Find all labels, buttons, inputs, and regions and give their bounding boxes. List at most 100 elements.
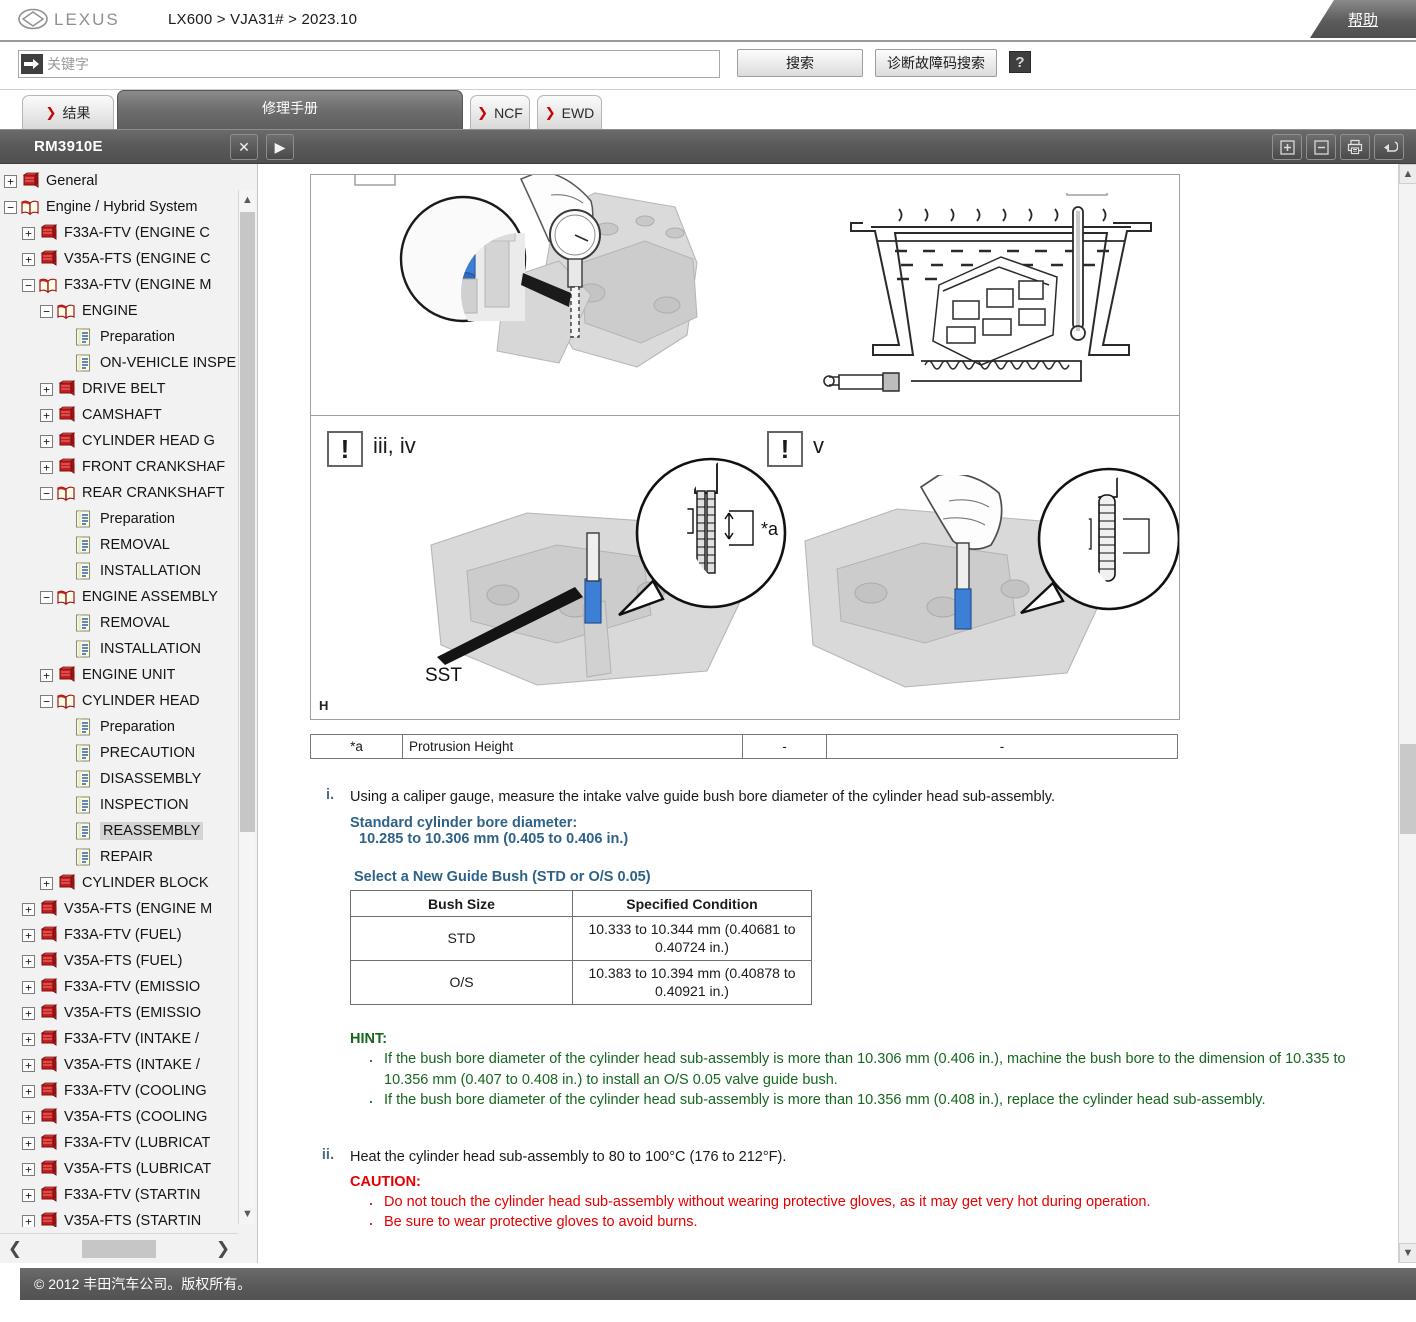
tree-item-on-vehicle-inspe[interactable]: ON-VEHICLE INSPE <box>0 350 238 376</box>
expand-icon[interactable]: + <box>40 435 53 448</box>
scroll-right-icon[interactable]: ❯ <box>208 1235 238 1263</box>
tree-item-f33a-ftv-intake[interactable]: +F33A-FTV (INTAKE / <box>0 1026 238 1052</box>
step-i: i. Using a caliper gauge, measure the in… <box>310 787 1382 1111</box>
tree-item-v35a-fts-lubricat[interactable]: +V35A-FTS (LUBRICAT <box>0 1156 238 1182</box>
tree-hscroll-thumb[interactable] <box>82 1240 156 1258</box>
print-icon[interactable] <box>1340 134 1370 160</box>
tree-item-removal[interactable]: REMOVAL <box>0 610 238 636</box>
next-document-button[interactable]: ▶ <box>266 134 294 160</box>
tree-item-cylinder-head-g[interactable]: +CYLINDER HEAD G <box>0 428 238 454</box>
expand-icon[interactable]: + <box>22 1215 35 1228</box>
tree-hscroll-track[interactable] <box>30 1240 208 1258</box>
scroll-down-icon[interactable]: ▼ <box>1399 1243 1416 1263</box>
tree-item-f33a-ftv-emissio[interactable]: +F33A-FTV (EMISSIO <box>0 974 238 1000</box>
tree-item-preparation[interactable]: Preparation <box>0 714 238 740</box>
tree-item-drive-belt[interactable]: +DRIVE BELT <box>0 376 238 402</box>
search-button[interactable]: 搜索 <box>737 49 863 77</box>
tree-item-inspection[interactable]: INSPECTION <box>0 792 238 818</box>
close-document-button[interactable]: ✕ <box>230 134 258 160</box>
tree-item-repair[interactable]: REPAIR <box>0 844 238 870</box>
expand-icon[interactable]: + <box>22 253 35 266</box>
expand-icon[interactable]: + <box>22 1059 35 1072</box>
expand-icon[interactable]: + <box>4 175 17 188</box>
expand-icon[interactable]: + <box>22 227 35 240</box>
expand-icon[interactable]: + <box>22 1189 35 1202</box>
expand-icon[interactable]: + <box>22 955 35 968</box>
tree-item-front-crankshaf[interactable]: +FRONT CRANKSHAF <box>0 454 238 480</box>
tree-item-v35a-fts-engine-c[interactable]: +V35A-FTS (ENGINE C <box>0 246 238 272</box>
expand-icon[interactable]: + <box>22 981 35 994</box>
tree-item-v35a-fts-startin[interactable]: +V35A-FTS (STARTIN <box>0 1208 238 1227</box>
collapse-icon[interactable]: − <box>40 305 53 318</box>
tab-ewd[interactable]: ❯ EWD <box>537 95 602 129</box>
expand-icon[interactable]: + <box>22 1163 35 1176</box>
tree-item-f33a-ftv-engine-c[interactable]: +F33A-FTV (ENGINE C <box>0 220 238 246</box>
collapse-icon[interactable]: − <box>40 487 53 500</box>
tree-item-engine-unit[interactable]: +ENGINE UNIT <box>0 662 238 688</box>
tree-item-disassembly[interactable]: DISASSEMBLY <box>0 766 238 792</box>
expand-icon[interactable]: + <box>40 383 53 396</box>
tree-horizontal-scrollbar[interactable]: ❮ ❯ <box>0 1233 238 1263</box>
tree-item-engine[interactable]: −ENGINE <box>0 298 238 324</box>
tree-item-engine-assembly[interactable]: −ENGINE ASSEMBLY <box>0 584 238 610</box>
tree-item-engine-hybrid-system[interactable]: −Engine / Hybrid System <box>0 194 238 220</box>
tree-item-installation[interactable]: INSTALLATION <box>0 558 238 584</box>
tree-item-f33a-ftv-lubricat[interactable]: +F33A-FTV (LUBRICAT <box>0 1130 238 1156</box>
tab-results[interactable]: ❯ 结果 <box>22 95 114 129</box>
zoom-out-icon[interactable] <box>1306 134 1336 160</box>
tree-item-v35a-fts-fuel[interactable]: +V35A-FTS (FUEL) <box>0 948 238 974</box>
tree-item-rear-crankshaft[interactable]: −REAR CRANKSHAFT <box>0 480 238 506</box>
tree-item-cylinder-block[interactable]: +CYLINDER BLOCK <box>0 870 238 896</box>
expand-icon[interactable]: + <box>22 1111 35 1124</box>
document-scrollbar[interactable]: ▲ ▼ <box>1398 164 1416 1263</box>
expand-icon[interactable]: + <box>22 1007 35 1020</box>
expand-icon[interactable]: + <box>22 1085 35 1098</box>
tree-item-general[interactable]: +General <box>0 168 238 194</box>
dtc-search-button[interactable]: 诊断故障码搜索 <box>875 49 997 77</box>
tree-item-cylinder-head[interactable]: −CYLINDER HEAD <box>0 688 238 714</box>
scroll-left-icon[interactable]: ❮ <box>0 1235 30 1263</box>
tree-vertical-scrollbar[interactable]: ▲ ▼ <box>238 190 255 1224</box>
collapse-icon[interactable]: − <box>4 201 17 214</box>
collapse-icon[interactable]: − <box>40 591 53 604</box>
tree-item-v35a-fts-intake[interactable]: +V35A-FTS (INTAKE / <box>0 1052 238 1078</box>
tree-item-reassembly[interactable]: REASSEMBLY <box>0 818 238 844</box>
expand-icon[interactable]: + <box>22 1137 35 1150</box>
tree-item-v35a-fts-cooling[interactable]: +V35A-FTS (COOLING <box>0 1104 238 1130</box>
tree-scroll-thumb[interactable] <box>240 212 255 832</box>
tree-item-f33a-ftv-fuel[interactable]: +F33A-FTV (FUEL) <box>0 922 238 948</box>
help-button[interactable]: 帮助 <box>1310 0 1416 38</box>
scroll-up-icon[interactable]: ▲ <box>1399 164 1416 184</box>
tree-item-preparation[interactable]: Preparation <box>0 506 238 532</box>
back-icon[interactable] <box>1374 134 1404 160</box>
tab-ncf[interactable]: ❯ NCF <box>470 95 530 129</box>
expand-icon[interactable]: + <box>22 903 35 916</box>
tree-item-precaution[interactable]: PRECAUTION <box>0 740 238 766</box>
tree-item-v35a-fts-emissio[interactable]: +V35A-FTS (EMISSIO <box>0 1000 238 1026</box>
scroll-up-icon[interactable]: ▲ <box>239 190 256 210</box>
collapse-icon[interactable]: − <box>22 279 35 292</box>
tree-item-installation[interactable]: INSTALLATION <box>0 636 238 662</box>
expand-icon[interactable]: + <box>22 1033 35 1046</box>
tree-item-preparation[interactable]: Preparation <box>0 324 238 350</box>
tree-item-f33a-ftv-engine-m[interactable]: −F33A-FTV (ENGINE M <box>0 272 238 298</box>
zoom-in-icon[interactable] <box>1272 134 1302 160</box>
tree-item-removal[interactable]: REMOVAL <box>0 532 238 558</box>
tree-item-f33a-ftv-cooling[interactable]: +F33A-FTV (COOLING <box>0 1078 238 1104</box>
navigation-tree[interactable]: +General−Engine / Hybrid System+F33A-FTV… <box>0 164 238 1227</box>
tree-item-camshaft[interactable]: +CAMSHAFT <box>0 402 238 428</box>
expand-icon[interactable]: + <box>40 409 53 422</box>
expand-icon[interactable]: + <box>22 929 35 942</box>
tab-repair-manual[interactable]: 修理手册 <box>117 90 463 129</box>
collapse-icon[interactable]: − <box>40 695 53 708</box>
scroll-down-icon[interactable]: ▼ <box>239 1204 256 1224</box>
expand-icon[interactable]: + <box>40 461 53 474</box>
document-scroll-thumb[interactable] <box>1400 744 1416 834</box>
tree-item-f33a-ftv-startin[interactable]: +F33A-FTV (STARTIN <box>0 1182 238 1208</box>
help-icon[interactable]: ? <box>1009 51 1031 73</box>
search-input-wrapper[interactable] <box>18 50 720 78</box>
search-input[interactable] <box>43 52 683 76</box>
expand-icon[interactable]: + <box>40 669 53 682</box>
expand-icon[interactable]: + <box>40 877 53 890</box>
tree-item-v35a-fts-engine-m[interactable]: +V35A-FTS (ENGINE M <box>0 896 238 922</box>
